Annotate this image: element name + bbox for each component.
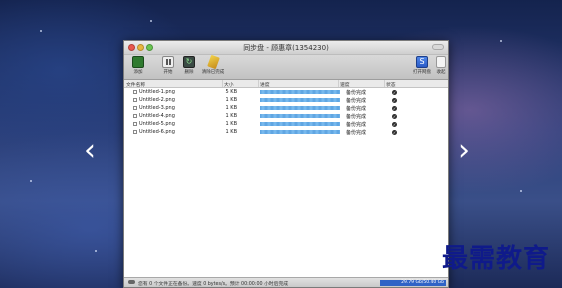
progress-bar bbox=[260, 129, 340, 134]
cloud-icon bbox=[128, 280, 135, 284]
file-name: Untitled-4.png bbox=[139, 113, 175, 119]
broom-icon bbox=[206, 54, 220, 70]
progress-fill bbox=[260, 129, 340, 134]
open-disk-icon: S bbox=[416, 56, 428, 68]
progress-bar bbox=[260, 113, 340, 118]
file-size: 1 KB bbox=[225, 97, 237, 103]
file-state: 备份完成 bbox=[346, 106, 367, 112]
table-row[interactable]: Untitled-4.png 1 KB 备份完成 ✓ bbox=[124, 112, 448, 120]
window-title: 同步盘 - 顾惠章(1354230) bbox=[243, 44, 329, 52]
pause-icon bbox=[162, 56, 174, 68]
file-name: Untitled-3.png bbox=[139, 105, 175, 111]
collapse-icon bbox=[436, 56, 446, 68]
file-state: 备份完成 bbox=[346, 114, 367, 120]
progress-fill bbox=[260, 97, 340, 102]
file-size: 1 KB bbox=[225, 129, 237, 135]
column-header-speed[interactable]: 速度 bbox=[340, 81, 350, 88]
open-disk-label: 打开网盘 bbox=[413, 70, 431, 75]
progress-fill bbox=[260, 89, 340, 94]
progress-bar bbox=[260, 121, 340, 126]
column-divider bbox=[384, 80, 385, 87]
file-name: Untitled-5.png bbox=[139, 121, 175, 127]
row-checkbox[interactable] bbox=[133, 105, 137, 110]
progress-fill bbox=[260, 105, 340, 110]
file-name: Untitled-2.png bbox=[139, 97, 175, 103]
progress-bar bbox=[260, 105, 340, 110]
prev-arrow-button[interactable]: ‹ bbox=[82, 136, 98, 166]
column-header-progress[interactable]: 进度 bbox=[260, 81, 270, 88]
open-disk-button[interactable]: S 打开网盘 bbox=[410, 56, 434, 78]
file-size: 1 KB bbox=[225, 113, 237, 119]
watermark-logo: 最需教育 bbox=[442, 244, 551, 274]
file-size: 5 KB bbox=[225, 89, 237, 95]
collapse-button[interactable]: 收起 bbox=[432, 56, 450, 78]
column-divider bbox=[222, 80, 223, 87]
table-row[interactable]: Untitled-1.png 5 KB 备份完成 ✓ bbox=[124, 88, 448, 96]
table-row[interactable]: Untitled-3.png 1 KB 备份完成 ✓ bbox=[124, 104, 448, 112]
progress-bar bbox=[260, 97, 340, 102]
column-header-status[interactable]: 状态 bbox=[386, 81, 396, 88]
file-name: Untitled-1.png bbox=[139, 89, 175, 95]
check-icon: ✓ bbox=[392, 121, 397, 127]
row-checkbox[interactable] bbox=[133, 121, 137, 126]
check-icon: ✓ bbox=[392, 129, 397, 135]
title-bar: 同步盘 - 顾惠章(1354230) bbox=[124, 41, 448, 55]
file-state: 备份完成 bbox=[346, 90, 367, 96]
row-checkbox[interactable] bbox=[133, 97, 137, 102]
clear-completed-label: 清除已完成 bbox=[201, 70, 225, 75]
sync-icon: ↻ bbox=[183, 56, 195, 68]
toolbar-toggle-button[interactable] bbox=[432, 44, 444, 50]
column-header-size[interactable]: 大小 bbox=[224, 81, 234, 88]
collapse-label: 收起 bbox=[436, 70, 446, 75]
file-size: 1 KB bbox=[225, 105, 237, 111]
add-button[interactable]: 添加 bbox=[126, 56, 150, 78]
column-divider bbox=[258, 80, 259, 87]
file-state: 备份完成 bbox=[346, 130, 367, 136]
status-text: 您有 0 个文件正在备份。速度 0 bytes/s。预计 00:00:00 小时… bbox=[138, 282, 289, 287]
delete-label: 删除 bbox=[184, 70, 194, 75]
progress-fill bbox=[260, 113, 340, 118]
progress-bar bbox=[260, 89, 340, 94]
file-name: Untitled-6.png bbox=[139, 129, 175, 135]
check-icon: ✓ bbox=[392, 97, 397, 103]
check-icon: ✓ bbox=[392, 113, 397, 119]
row-checkbox[interactable] bbox=[133, 129, 137, 134]
file-state: 备份完成 bbox=[346, 98, 367, 104]
table-row[interactable]: Untitled-2.png 1 KB 备份完成 ✓ bbox=[124, 96, 448, 104]
table-row[interactable]: Untitled-6.png 1 KB 备份完成 ✓ bbox=[124, 128, 448, 136]
row-checkbox[interactable] bbox=[133, 113, 137, 118]
clear-completed-button[interactable]: 清除已完成 bbox=[201, 54, 225, 78]
progress-fill bbox=[260, 121, 340, 126]
add-icon bbox=[132, 56, 144, 68]
delete-button[interactable]: ↻ 删除 bbox=[177, 56, 201, 78]
add-label: 添加 bbox=[133, 70, 143, 75]
column-header-name[interactable]: 文件名称 bbox=[126, 81, 145, 88]
status-bar: 您有 0 个文件正在备份。速度 0 bytes/s。预计 00:00:00 小时… bbox=[124, 277, 448, 287]
file-list: Untitled-1.png 5 KB 备份完成 ✓ Untitled-2.pn… bbox=[124, 88, 448, 136]
table-row[interactable]: Untitled-5.png 1 KB 备份完成 ✓ bbox=[124, 120, 448, 128]
next-arrow-button[interactable]: › bbox=[456, 136, 472, 166]
sync-window: 同步盘 - 顾惠章(1354230) 添加 开始 ↻ 删除 清除已完成 S 打开… bbox=[123, 40, 449, 288]
table-header: 文件名称 大小 进度 速度 状态 bbox=[124, 80, 448, 88]
row-checkbox[interactable] bbox=[133, 89, 137, 94]
check-icon: ✓ bbox=[392, 105, 397, 111]
toolbar: 添加 开始 ↻ 删除 清除已完成 S 打开网盘 收起 bbox=[124, 54, 450, 80]
file-state: 备份完成 bbox=[346, 122, 367, 128]
file-size: 1 KB bbox=[225, 121, 237, 127]
column-divider bbox=[338, 80, 339, 87]
storage-quota: 29.79 Gb/50.40 Gb bbox=[380, 279, 446, 286]
check-icon: ✓ bbox=[392, 89, 397, 95]
